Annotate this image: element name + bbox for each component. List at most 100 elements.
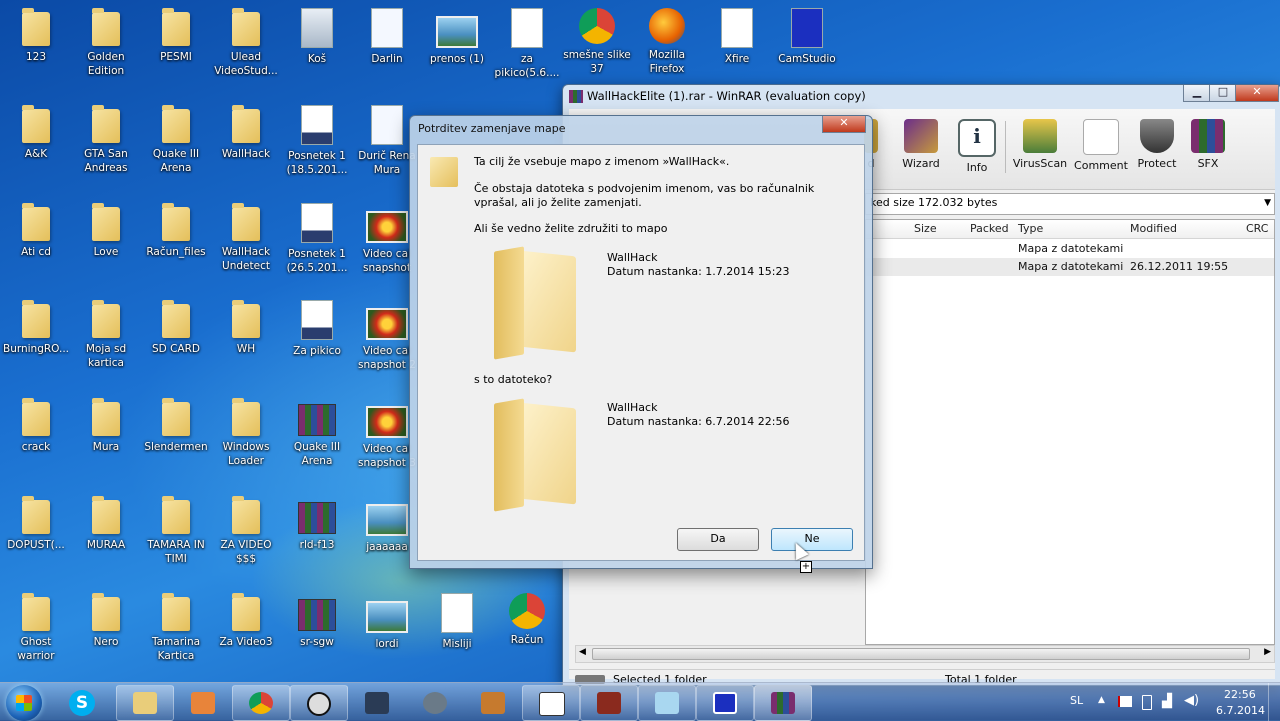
desktop-icon-folder[interactable]: WallHack bbox=[211, 105, 281, 161]
taskbar-crosshair[interactable] bbox=[290, 685, 348, 721]
desktop-icon-folder[interactable]: Ghost warrior bbox=[1, 593, 71, 663]
desktop-icon-image[interactable]: lordi bbox=[352, 593, 422, 651]
scroll-left-icon[interactable]: ◀ bbox=[579, 647, 586, 657]
taskbar-app-2[interactable] bbox=[464, 685, 522, 721]
desktop-icon-folder[interactable]: Za Video3 bbox=[211, 593, 281, 649]
clock-time[interactable]: 22:56 bbox=[1224, 688, 1256, 701]
desktop-icon-folder[interactable]: DOPUST(... bbox=[1, 496, 71, 552]
scroll-right-icon[interactable]: ▶ bbox=[1264, 647, 1271, 657]
volume-icon[interactable]: ◀) bbox=[1184, 693, 1199, 708]
desktop-icon-folder[interactable]: Golden Edition bbox=[71, 8, 141, 78]
desktop-icon-recycle[interactable]: Koš bbox=[282, 8, 352, 66]
new-folder-icon[interactable] bbox=[490, 397, 582, 512]
col-crc[interactable]: CRC bbox=[1246, 220, 1268, 238]
desktop-icon-folder[interactable]: A&K bbox=[1, 105, 71, 161]
desktop-icon-folder[interactable]: Slendermen bbox=[141, 398, 211, 454]
desktop-icon-folder[interactable]: TAMARA IN TIMI bbox=[141, 496, 211, 566]
existing-folder-icon[interactable] bbox=[490, 245, 582, 360]
desktop-icon-folder[interactable]: Tamarina Kartica bbox=[141, 593, 211, 663]
table-row[interactable]: Mapa z datotekami 26.12.2011 19:55 bbox=[866, 258, 1274, 276]
desktop-icon-wmv[interactable]: Posnetek 1 (26.5.201... bbox=[282, 203, 352, 275]
desktop-icon-word[interactable]: Misliji bbox=[422, 593, 492, 651]
table-row[interactable]: Mapa z datotekami bbox=[866, 240, 1274, 258]
path-bar[interactable]: ked size 172.032 bytes ▼ bbox=[865, 193, 1275, 215]
desktop-icon-folder[interactable]: crack bbox=[1, 398, 71, 454]
folder-icon bbox=[232, 203, 260, 241]
desktop-icon-rar[interactable]: sr-sgw bbox=[282, 593, 352, 649]
desktop-icon-folder[interactable]: Windows Loader bbox=[211, 398, 281, 468]
maximize-button[interactable]: □ bbox=[1209, 85, 1237, 102]
desktop-icon-wmv[interactable]: Posnetek 1 (18.5.201... bbox=[282, 105, 352, 177]
desktop-icon-chrome[interactable]: smešne slike 37 bbox=[562, 8, 632, 76]
taskbar-winrar[interactable] bbox=[754, 685, 812, 721]
no-button[interactable]: Ne bbox=[771, 528, 853, 551]
dialog-close-button[interactable]: ✕ bbox=[822, 116, 866, 133]
desktop-icon-folder[interactable]: Love bbox=[71, 203, 141, 259]
winrar-titlebar[interactable]: WallHackElite (1).rar - WinRAR (evaluati… bbox=[563, 85, 1280, 109]
desktop-icon-chrome[interactable]: Račun bbox=[492, 593, 562, 647]
taskbar-skype[interactable]: S bbox=[62, 687, 102, 719]
desktop-icon-camstudio[interactable]: CamStudio bbox=[772, 8, 842, 66]
close-button[interactable]: ✕ bbox=[1235, 85, 1279, 102]
desktop-icon-image[interactable]: prenos (1) bbox=[422, 8, 492, 66]
taskbar-app-1[interactable] bbox=[406, 685, 464, 721]
desktop-icon-folder[interactable]: SD CARD bbox=[141, 300, 211, 356]
taskbar-explorer[interactable] bbox=[116, 685, 174, 721]
minimize-button[interactable]: ▁ bbox=[1183, 85, 1211, 102]
tool-protect[interactable]: Protect bbox=[1129, 119, 1185, 170]
col-packed[interactable]: Packed bbox=[970, 220, 1009, 238]
show-desktop-button[interactable] bbox=[1268, 683, 1280, 721]
taskbar-chrome[interactable] bbox=[232, 685, 290, 721]
dialog-titlebar[interactable]: Potrditev zamenjave mape ✕ bbox=[410, 116, 872, 142]
network-icon[interactable]: ▟ bbox=[1162, 694, 1172, 709]
taskbar-game[interactable] bbox=[348, 685, 406, 721]
show-hidden-icons-icon[interactable]: ▲ bbox=[1098, 695, 1105, 705]
desktop-icon-folder[interactable]: MURAA bbox=[71, 496, 141, 552]
col-type[interactable]: Type bbox=[1018, 220, 1043, 238]
desktop-icon-rar[interactable]: rld-f13 bbox=[282, 496, 352, 552]
language-indicator[interactable]: SL bbox=[1070, 694, 1083, 707]
dropdown-arrow-icon[interactable]: ▼ bbox=[1264, 194, 1271, 212]
desktop-icon-folder[interactable]: BurningRO... bbox=[1, 300, 71, 356]
desktop-icon-folder[interactable]: 123 bbox=[1, 8, 71, 64]
desktop-icon-folder[interactable]: ZA VIDEO $$$ bbox=[211, 496, 281, 566]
desktop-icon-folder[interactable]: Nero bbox=[71, 593, 141, 649]
taskbar-game-2[interactable] bbox=[580, 685, 638, 721]
desktop-icon-folder[interactable]: Quake III Arena bbox=[141, 105, 211, 175]
desktop-icon-folder[interactable]: WallHack Undetect bbox=[211, 203, 281, 273]
desktop-icon-xfire[interactable]: Xfire bbox=[702, 8, 772, 66]
tool-comment[interactable]: Comment bbox=[1073, 119, 1129, 172]
desktop-icon-rar[interactable]: Quake III Arena bbox=[282, 398, 352, 468]
scroll-thumb[interactable] bbox=[592, 648, 1250, 660]
tool-wizard[interactable]: Wizard bbox=[893, 119, 949, 170]
taskbar-xfire[interactable] bbox=[522, 685, 580, 721]
taskbar-camstudio[interactable] bbox=[696, 685, 754, 721]
desktop-icon-doc[interactable]: Darlin bbox=[352, 8, 422, 66]
desktop-icon-folder[interactable]: Račun_files bbox=[141, 203, 211, 259]
desktop-icon-folder[interactable]: Mura bbox=[71, 398, 141, 454]
clock-date[interactable]: 6.7.2014 bbox=[1216, 704, 1265, 717]
desktop-icon-label: crack bbox=[21, 441, 51, 453]
col-size[interactable]: Size bbox=[914, 220, 937, 238]
battery-icon[interactable] bbox=[1142, 695, 1152, 710]
tool-info[interactable]: i Info bbox=[949, 119, 1005, 174]
file-list[interactable]: Size Packed Type Modified CRC Mapa z dat… bbox=[865, 219, 1275, 645]
flag-icon[interactable] bbox=[1118, 696, 1132, 707]
desktop-icon-folder[interactable]: WH bbox=[211, 300, 281, 356]
desktop-icon-folder[interactable]: PESMI bbox=[141, 8, 211, 64]
horizontal-scrollbar[interactable]: ◀ ▶ bbox=[575, 645, 1275, 663]
desktop-icon-wmv[interactable]: Za pikico bbox=[282, 300, 352, 358]
desktop-icon-folder[interactable]: GTA San Andreas bbox=[71, 105, 141, 175]
desktop-icon-firefox[interactable]: Mozilla Firefox bbox=[632, 8, 702, 76]
col-modified[interactable]: Modified bbox=[1130, 220, 1177, 238]
tool-sfx[interactable]: SFX bbox=[1180, 119, 1236, 170]
taskbar-notepad[interactable] bbox=[638, 685, 696, 721]
desktop-icon-folder[interactable]: Moja sd kartica bbox=[71, 300, 141, 370]
taskbar-media-player[interactable] bbox=[174, 685, 232, 721]
desktop-icon-folder[interactable]: Ulead VideoStud... bbox=[211, 8, 281, 78]
tool-virusscan[interactable]: VirusScan bbox=[1012, 119, 1068, 170]
desktop-icon-word[interactable]: za pikico(5.6.... bbox=[492, 8, 562, 80]
yes-button[interactable]: Da bbox=[677, 528, 759, 551]
desktop-icon-folder[interactable]: Ati cd bbox=[1, 203, 71, 259]
start-button[interactable] bbox=[6, 685, 42, 721]
